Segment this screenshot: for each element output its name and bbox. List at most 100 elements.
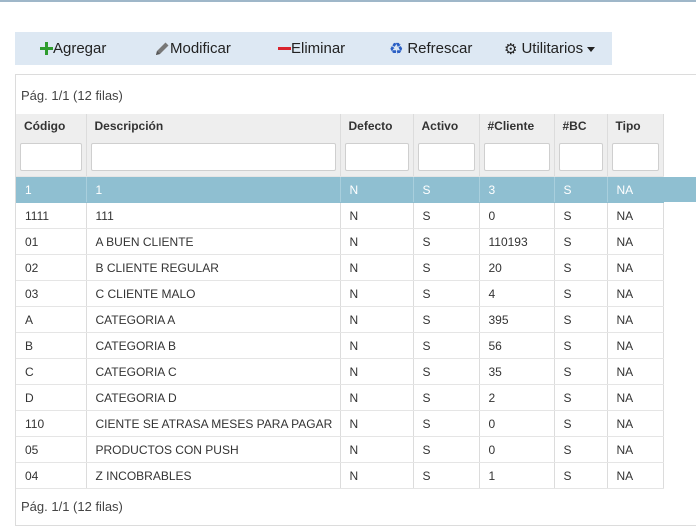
cell-bc: S — [554, 228, 608, 255]
filter-descripcion-input[interactable] — [90, 143, 336, 171]
delete-button[interactable]: Eliminar — [278, 40, 345, 57]
cell-defecto: N — [340, 358, 414, 385]
cell-defecto: N — [340, 332, 414, 359]
cell-tipo: NA — [607, 358, 664, 385]
col-header-cliente[interactable]: #Cliente — [479, 114, 555, 138]
cell-codigo: 110 — [16, 410, 87, 437]
table-row[interactable]: 03 C CLIENTE MALO N S 4 S NA — [16, 280, 664, 307]
cell-activo: S — [413, 462, 480, 489]
table-row[interactable]: B CATEGORIA B N S 56 S NA — [16, 332, 664, 359]
modify-button[interactable]: Modificar — [155, 40, 231, 57]
cell-activo: S — [413, 254, 480, 281]
filter-bc-input[interactable] — [558, 143, 603, 171]
col-header-bc[interactable]: #BC — [554, 114, 608, 138]
cell-codigo: 01 — [16, 228, 87, 255]
cell-bc: S — [554, 306, 608, 333]
cell-codigo: A — [16, 306, 87, 333]
toolbar: Agregar Modificar Eliminar ♻ Refrescar ⚙… — [15, 32, 612, 65]
cell-descripcion: Z INCOBRABLES — [86, 462, 341, 489]
cell-activo: S — [413, 384, 480, 411]
cell-codigo: 04 — [16, 462, 87, 489]
cell-cliente: 35 — [479, 358, 555, 385]
cell-codigo: 03 — [16, 280, 87, 307]
grid-table: Código Descripción Defecto Activo #Clien… — [16, 114, 664, 489]
header-row: Código Descripción Defecto Activo #Clien… — [16, 114, 664, 138]
utilities-dropdown-label: Utilitarios — [521, 40, 584, 57]
filter-tipo-input[interactable] — [611, 143, 659, 171]
cell-cliente: 110193 — [479, 228, 555, 255]
selected-row-extension — [663, 177, 696, 202]
table-row[interactable]: 1111 111 N S 0 S NA — [16, 202, 664, 229]
cell-codigo: 05 — [16, 436, 87, 463]
filter-cliente-input[interactable] — [483, 143, 550, 171]
cell-tipo: NA — [607, 202, 664, 229]
delete-button-label: Eliminar — [291, 40, 346, 57]
cell-cliente: 2 — [479, 384, 555, 411]
cell-cliente: 4 — [479, 280, 555, 307]
cell-tipo: NA — [607, 228, 664, 255]
cell-descripcion: PRODUCTOS CON PUSH — [86, 436, 341, 463]
cell-defecto: N — [340, 306, 414, 333]
cell-defecto: N — [340, 384, 414, 411]
col-header-defecto[interactable]: Defecto — [340, 114, 414, 138]
plus-icon — [40, 42, 53, 55]
cell-codigo: B — [16, 332, 87, 359]
cell-bc: S — [554, 254, 608, 281]
col-header-activo[interactable]: Activo — [413, 114, 480, 138]
cell-activo: S — [413, 410, 480, 437]
cell-tipo: NA — [607, 280, 664, 307]
table-row[interactable]: 110 CIENTE SE ATRASA MESES PARA PAGAR N S 0 S… — [16, 410, 664, 437]
cell-descripcion: CATEGORIA D — [86, 384, 341, 411]
filter-defecto-input[interactable] — [344, 143, 409, 171]
cell-descripcion: CATEGORIA B — [86, 332, 341, 359]
table-row[interactable]: 05 PRODUCTOS CON PUSH N S 0 S NA — [16, 436, 664, 463]
add-button[interactable]: Agregar — [40, 40, 106, 57]
cell-cliente: 0 — [479, 410, 555, 437]
cell-defecto: N — [340, 202, 414, 229]
refresh-button[interactable]: ♻ Refrescar — [389, 39, 472, 58]
filter-codigo-input[interactable] — [20, 143, 82, 171]
cell-cliente: 3 — [479, 176, 555, 203]
utilities-dropdown[interactable]: ⚙ Utilitarios — [504, 39, 596, 58]
cell-bc: S — [554, 202, 608, 229]
cell-tipo: NA — [607, 332, 664, 359]
col-header-descripcion[interactable]: Descripción — [86, 114, 341, 138]
table-row[interactable]: C CATEGORIA C N S 35 S NA — [16, 358, 664, 385]
data-grid: Pág. 1/1 (12 filas) Código Descripción D… — [15, 74, 696, 526]
table-row[interactable]: A CATEGORIA A N S 395 S NA — [16, 306, 664, 333]
cell-tipo: NA — [607, 436, 664, 463]
cell-defecto: N — [340, 280, 414, 307]
pager-top: Pág. 1/1 (12 filas) — [21, 88, 123, 103]
col-header-codigo[interactable]: Código — [16, 114, 87, 138]
cell-activo: S — [413, 202, 480, 229]
cell-activo: S — [413, 228, 480, 255]
table-row[interactable]: 02 B CLIENTE REGULAR N S 20 S NA — [16, 254, 664, 281]
cell-tipo: NA — [607, 254, 664, 281]
cell-defecto: N — [340, 254, 414, 281]
add-button-label: Agregar — [53, 40, 107, 57]
table-row[interactable]: 04 Z INCOBRABLES N S 1 S NA — [16, 462, 664, 489]
cell-cliente: 1 — [479, 462, 555, 489]
cell-codigo: D — [16, 384, 87, 411]
cell-descripcion: CATEGORIA A — [86, 306, 341, 333]
cell-cliente: 56 — [479, 332, 555, 359]
minus-icon — [278, 42, 291, 55]
cell-codigo: 1 — [16, 176, 87, 203]
refresh-button-label: Refrescar — [407, 40, 473, 57]
table-row[interactable]: 1 1 N S 3 S NA — [16, 176, 664, 203]
recycle-icon: ♻ — [389, 39, 404, 58]
filter-activo-input[interactable] — [417, 143, 475, 171]
cell-defecto: N — [340, 176, 414, 203]
cell-defecto: N — [340, 462, 414, 489]
cell-bc: S — [554, 332, 608, 359]
cell-activo: S — [413, 280, 480, 307]
cell-tipo: NA — [607, 306, 664, 333]
cell-activo: S — [413, 436, 480, 463]
table-row[interactable]: D CATEGORIA D N S 2 S NA — [16, 384, 664, 411]
cell-activo: S — [413, 306, 480, 333]
gears-icon: ⚙ — [504, 39, 518, 58]
cell-cliente: 20 — [479, 254, 555, 281]
table-row[interactable]: 01 A BUEN CLIENTE N S 110193 S NA — [16, 228, 664, 255]
cell-descripcion: 111 — [86, 202, 341, 229]
col-header-tipo[interactable]: Tipo — [607, 114, 664, 138]
